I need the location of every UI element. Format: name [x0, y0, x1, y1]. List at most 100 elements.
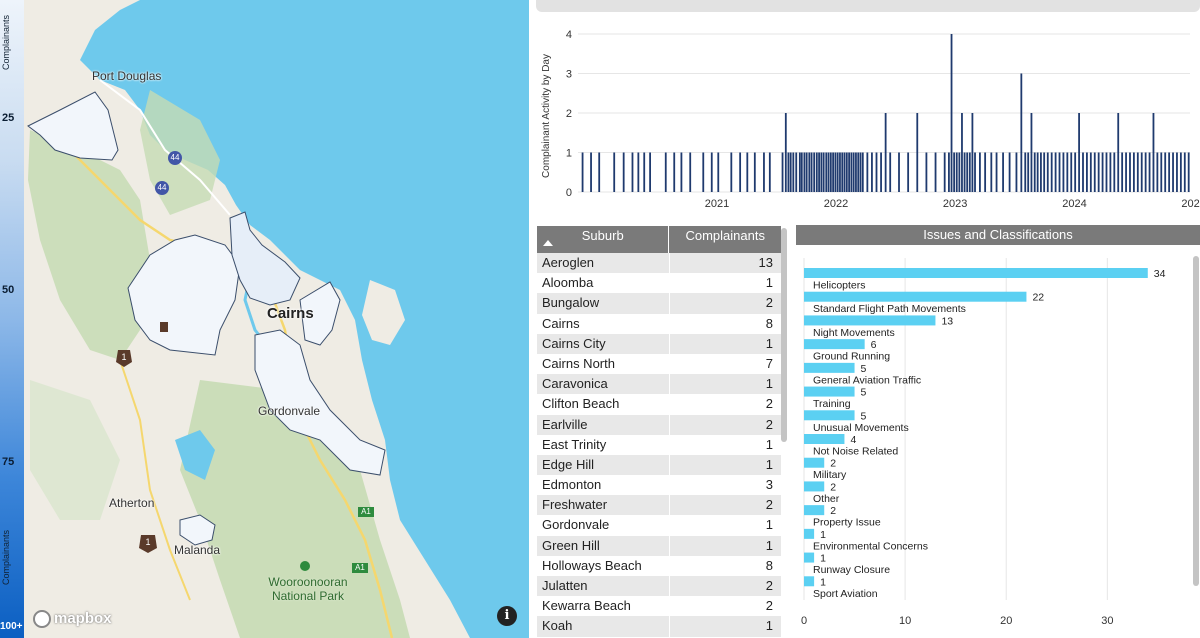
suburb-table[interactable]: Suburb Complainants Aeroglen 13 Aloomba 1 Bu… — [537, 226, 781, 638]
complainants-cell: 2 — [765, 578, 773, 593]
timeline-bar — [1002, 152, 1004, 192]
issues-bar[interactable] — [804, 339, 865, 350]
timeline-bar — [664, 152, 667, 192]
timeline-bar — [875, 152, 878, 192]
legend-tick-75: 75 — [2, 456, 15, 468]
complainants-cell: 1 — [765, 537, 773, 553]
issues-bar[interactable] — [804, 386, 855, 397]
table-row[interactable]: Cairns City 1 — [537, 333, 781, 354]
table-row[interactable]: Julatten 2 — [537, 576, 781, 597]
timeline-bar — [1164, 152, 1167, 192]
timeline-bar — [1101, 152, 1104, 192]
timeline-bar — [1176, 152, 1178, 192]
info-icon[interactable]: i — [497, 606, 517, 626]
timeline-bar — [820, 152, 823, 192]
complainants-cell: 1 — [765, 517, 773, 533]
table-row[interactable]: East Trinity 1 — [537, 434, 781, 455]
suburb-cell: Edmonton — [537, 475, 670, 496]
timeline-bar — [1078, 113, 1080, 192]
route-1-label: 1 — [121, 352, 127, 362]
issues-bar-value: 34 — [1154, 268, 1166, 280]
suburb-cell: Holloways Beach — [537, 555, 670, 576]
issues-bar[interactable] — [804, 552, 815, 563]
timeline-bar — [971, 113, 974, 192]
issues-bar[interactable] — [804, 505, 825, 516]
timeline-bar — [948, 152, 950, 192]
column-header-suburb[interactable]: Suburb — [537, 226, 670, 253]
sort-ascending-icon[interactable] — [543, 240, 553, 246]
timeline-bar — [1156, 152, 1159, 192]
table-row[interactable]: Earlville 2 — [537, 414, 781, 435]
issues-bar-label: Runway Closure — [813, 564, 890, 576]
suburb-cell: Clifton Beach — [537, 394, 670, 415]
issues-bar[interactable] — [804, 291, 1027, 302]
timeline-y-axis-label: Complainant Activity by Day — [541, 54, 552, 178]
suburb-cell: Aloomba — [537, 273, 670, 294]
issues-bar[interactable] — [804, 528, 815, 539]
mapbox-logo[interactable]: mapbox — [33, 610, 112, 629]
table-scrollbar[interactable] — [781, 228, 787, 442]
issues-bar[interactable] — [804, 434, 845, 444]
complainants-cell: 2 — [765, 416, 773, 432]
timeline-bar — [798, 152, 801, 192]
issues-bar[interactable] — [804, 315, 936, 326]
issues-bar[interactable] — [804, 576, 815, 587]
timeline-bar — [934, 152, 937, 192]
column-header-complainants[interactable]: Complainants — [669, 226, 781, 253]
table-row[interactable]: Bungalow 2 — [537, 293, 781, 314]
timeline-bar — [841, 152, 844, 192]
complainants-cell: 1 — [765, 335, 773, 351]
issues-bar-value: 4 — [850, 434, 856, 446]
timeline-bar — [680, 152, 683, 192]
issues-scrollbar[interactable] — [1193, 256, 1199, 586]
issues-bar[interactable] — [804, 268, 1148, 278]
table-row[interactable]: Aloomba 1 — [537, 273, 781, 294]
timeline-bar — [710, 152, 713, 192]
table-row[interactable]: Cairns 8 — [537, 313, 781, 334]
issues-bar[interactable] — [804, 410, 855, 421]
table-row[interactable]: Kewarra Beach 2 — [537, 596, 781, 617]
timeline-bar — [857, 152, 860, 192]
timeline-bar — [943, 152, 946, 192]
table-row[interactable]: Koah 1 — [537, 616, 781, 637]
complainants-cell: 2 — [765, 497, 773, 513]
complainants-map[interactable]: Complainants Complainants 25 50 75 100+ … — [0, 0, 529, 638]
issues-bar-label: Other — [813, 493, 840, 505]
timeline-bar — [958, 152, 961, 192]
timeline-bar — [1148, 152, 1151, 192]
table-row[interactable]: Gordonvale 1 — [537, 515, 781, 536]
timeline-bar — [884, 113, 887, 192]
complainants-cell: 2 — [765, 396, 773, 412]
timeline-bar — [1024, 152, 1027, 192]
timeline-bar — [866, 152, 869, 192]
table-row[interactable]: Cairns North 7 — [537, 353, 781, 375]
issues-bar[interactable] — [804, 362, 855, 373]
table-row[interactable]: Holloways Beach 8 — [537, 555, 781, 576]
table-row[interactable]: Clifton Beach 2 — [537, 394, 781, 415]
timeline-bar — [1168, 152, 1171, 192]
column-header-suburb-label: Suburb — [581, 228, 624, 243]
suburb-cell: Julatten — [537, 576, 670, 597]
timeline-bar — [1125, 152, 1127, 192]
timeline-bar — [871, 152, 873, 192]
timeline-x-tick-label: 2021 — [705, 198, 729, 210]
timeline-bar — [953, 152, 956, 192]
table-row[interactable]: Edge Hill 1 — [537, 454, 781, 476]
timeline-y-tick-label: 4 — [566, 29, 572, 41]
issues-bar-value: 5 — [861, 410, 867, 422]
timeline-bar — [581, 152, 584, 192]
table-row[interactable]: Edmonton 3 — [537, 475, 781, 496]
place-malanda: Malanda — [174, 543, 221, 557]
table-row[interactable]: Freshwater 2 — [537, 495, 781, 516]
issues-bar[interactable] — [804, 457, 825, 468]
timeline-bar — [730, 152, 733, 192]
issues-bar-label: Environmental Concerns — [813, 540, 928, 552]
timeline-bar — [990, 152, 993, 192]
issues-bar[interactable] — [804, 481, 825, 492]
timeline-bar — [829, 152, 832, 192]
table-row[interactable]: Caravonica 1 — [537, 374, 781, 395]
table-row[interactable]: Aeroglen 13 — [537, 253, 781, 274]
table-row[interactable]: Green Hill 1 — [537, 535, 781, 556]
map-canvas[interactable] — [0, 0, 529, 638]
timeline-bar — [961, 113, 963, 192]
